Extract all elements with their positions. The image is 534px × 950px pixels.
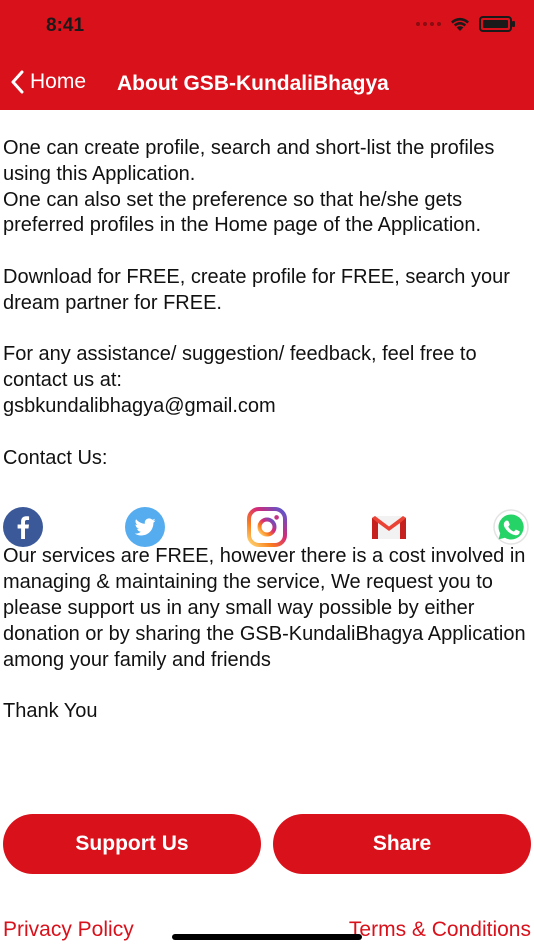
instagram-icon [247,507,287,547]
thanks-text: Thank You [3,700,98,723]
wifi-icon [451,17,469,31]
status-time: 8:41 [46,15,85,36]
contact-label: Contact Us: [3,446,108,469]
twitter-button[interactable] [125,507,165,547]
instagram-button[interactable] [247,507,287,547]
signal-icon [416,22,441,26]
gmail-icon [372,516,406,539]
whatsapp-button[interactable] [491,507,531,547]
facebook-icon [3,507,43,547]
battery-level [483,20,508,28]
whatsapp-icon [493,509,529,545]
gmail-button[interactable] [369,507,409,547]
page-title: About GSB-KundaliBhagya [117,72,389,95]
battery-icon [479,16,515,32]
status-icons [416,16,515,32]
back-label: Home [30,70,87,93]
terms-conditions-link[interactable]: Terms & Conditions [349,918,531,942]
social-links [0,507,534,547]
app-header: 8:41 Home About GSB-KundaliBhagya [0,0,534,110]
assistance-text: For any assistance/ suggestion/ feedback… [3,343,477,417]
free-text: Download for FREE, create profile for FR… [3,265,510,314]
intro-text: One can create profile, search and short… [3,137,495,237]
privacy-policy-link[interactable]: Privacy Policy [3,918,134,942]
back-button[interactable]: Home [10,70,86,94]
twitter-icon [125,507,165,547]
chevron-left-icon [11,70,24,94]
home-indicator [172,934,362,940]
support-us-button[interactable]: Support Us [3,814,261,874]
share-button[interactable]: Share [273,814,531,874]
services-text: Our services are FREE, however there is … [3,545,526,671]
facebook-button[interactable] [3,507,43,547]
about-content: One can create profile, search and short… [3,136,533,725]
